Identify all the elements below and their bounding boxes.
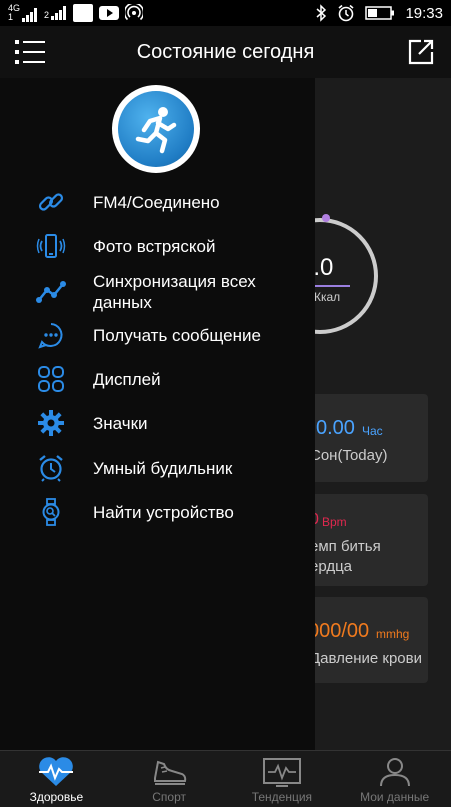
menu-item-device-connection[interactable]: FM4/Соединено <box>0 188 315 216</box>
clock-time: 19:33 <box>405 4 443 22</box>
nav-label: Здоровье <box>29 790 84 804</box>
blood-pressure-value: 000/00 <box>308 620 370 642</box>
sim-1-label: 1 <box>8 12 14 22</box>
sim-2-label: 2 <box>44 10 50 20</box>
battery-icon <box>365 6 395 20</box>
menu-label: Синхронизация всех данных <box>93 272 256 312</box>
heart-rate-label-line1: емп битья <box>310 538 381 555</box>
share-button[interactable] <box>391 26 451 78</box>
nav-label: Тенденция <box>251 790 313 804</box>
signal-icon <box>22 8 38 22</box>
sneaker-icon <box>149 755 189 789</box>
menu-item-shake-photo[interactable]: Фото встряской <box>0 232 315 260</box>
page-title: Состояние сегодня <box>136 40 315 63</box>
youtube-icon <box>99 6 120 20</box>
menu-label: Дисплей <box>93 369 161 389</box>
runner-logo-icon <box>118 91 194 167</box>
menu-item-receive-message[interactable]: Получать сообщение <box>0 321 315 349</box>
menu-item-smart-alarm[interactable]: Умный будильник <box>0 454 315 482</box>
hotspot-icon <box>125 4 144 21</box>
menu-item-find-device[interactable]: Найти устройство <box>0 498 315 526</box>
avatar[interactable] <box>112 85 200 173</box>
calorie-unit: Ккал <box>314 290 341 304</box>
nav-label: Спорт <box>152 790 186 804</box>
display-icon <box>36 364 66 394</box>
find-device-icon <box>36 497 66 527</box>
runner-icon <box>135 107 177 154</box>
person-icon <box>375 755 415 789</box>
sleep-unit: Час <box>362 424 383 438</box>
status-bar: 4G 1 2 19:33 <box>0 0 451 26</box>
trend-icon <box>262 755 302 789</box>
alarm-icon <box>338 4 354 22</box>
link-icon <box>36 187 66 217</box>
sleep-label: Сон(Today) <box>310 447 388 464</box>
menu-list-icon <box>15 40 45 64</box>
heart-icon <box>36 755 76 789</box>
menu-label: Получать сообщение <box>93 325 261 345</box>
nav-label: Мои данные <box>360 790 430 804</box>
heart-rate-label-line2: ердца <box>310 558 353 575</box>
menu-item-display[interactable]: Дисплей <box>0 365 315 393</box>
navigation-drawer: FM4/Соединено Фото встряской Синхронизац… <box>0 78 315 750</box>
shake-phone-icon <box>36 231 66 261</box>
blood-pressure-label: Давление крови <box>310 650 422 667</box>
menu-item-sync-all-data[interactable]: Синхронизация всех данных <box>0 270 315 314</box>
nav-tab-my-data[interactable]: Мои данные <box>338 751 451 807</box>
app-header: Состояние сегодня <box>0 26 451 78</box>
gear-icon <box>36 408 66 438</box>
sync-data-icon <box>36 277 66 307</box>
menu-label: Фото встряской <box>93 236 216 256</box>
signal-icon <box>51 6 67 20</box>
menu-label: FM4/Соединено <box>93 192 220 212</box>
nav-tab-sport[interactable]: Спорт <box>113 751 226 807</box>
bluetooth-icon <box>316 4 327 22</box>
heart-rate-unit: Bpm <box>322 515 347 529</box>
notification-square-icon <box>73 4 94 22</box>
share-external-icon <box>408 39 434 65</box>
alarm-clock-icon <box>36 453 66 483</box>
network-indicator: 4G 1 <box>8 4 38 22</box>
sleep-value: 0.00 <box>316 417 355 439</box>
menu-label: Значки <box>93 413 148 433</box>
blood-pressure-unit: mmhg <box>376 627 410 641</box>
nav-tab-trend[interactable]: Тенденция <box>226 751 339 807</box>
calorie-ring-marker <box>322 214 330 222</box>
network-indicator-2: 2 <box>44 6 67 20</box>
bottom-navigation: Здоровье Спорт Тенденция Мои данные <box>0 750 451 807</box>
message-icon <box>36 320 66 350</box>
menu-label: Найти устройство <box>93 502 234 522</box>
menu-label: Умный будильник <box>93 458 233 478</box>
menu-item-icons[interactable]: Значки <box>0 409 315 437</box>
menu-button[interactable] <box>0 26 60 78</box>
nav-tab-health[interactable]: Здоровье <box>0 751 113 807</box>
